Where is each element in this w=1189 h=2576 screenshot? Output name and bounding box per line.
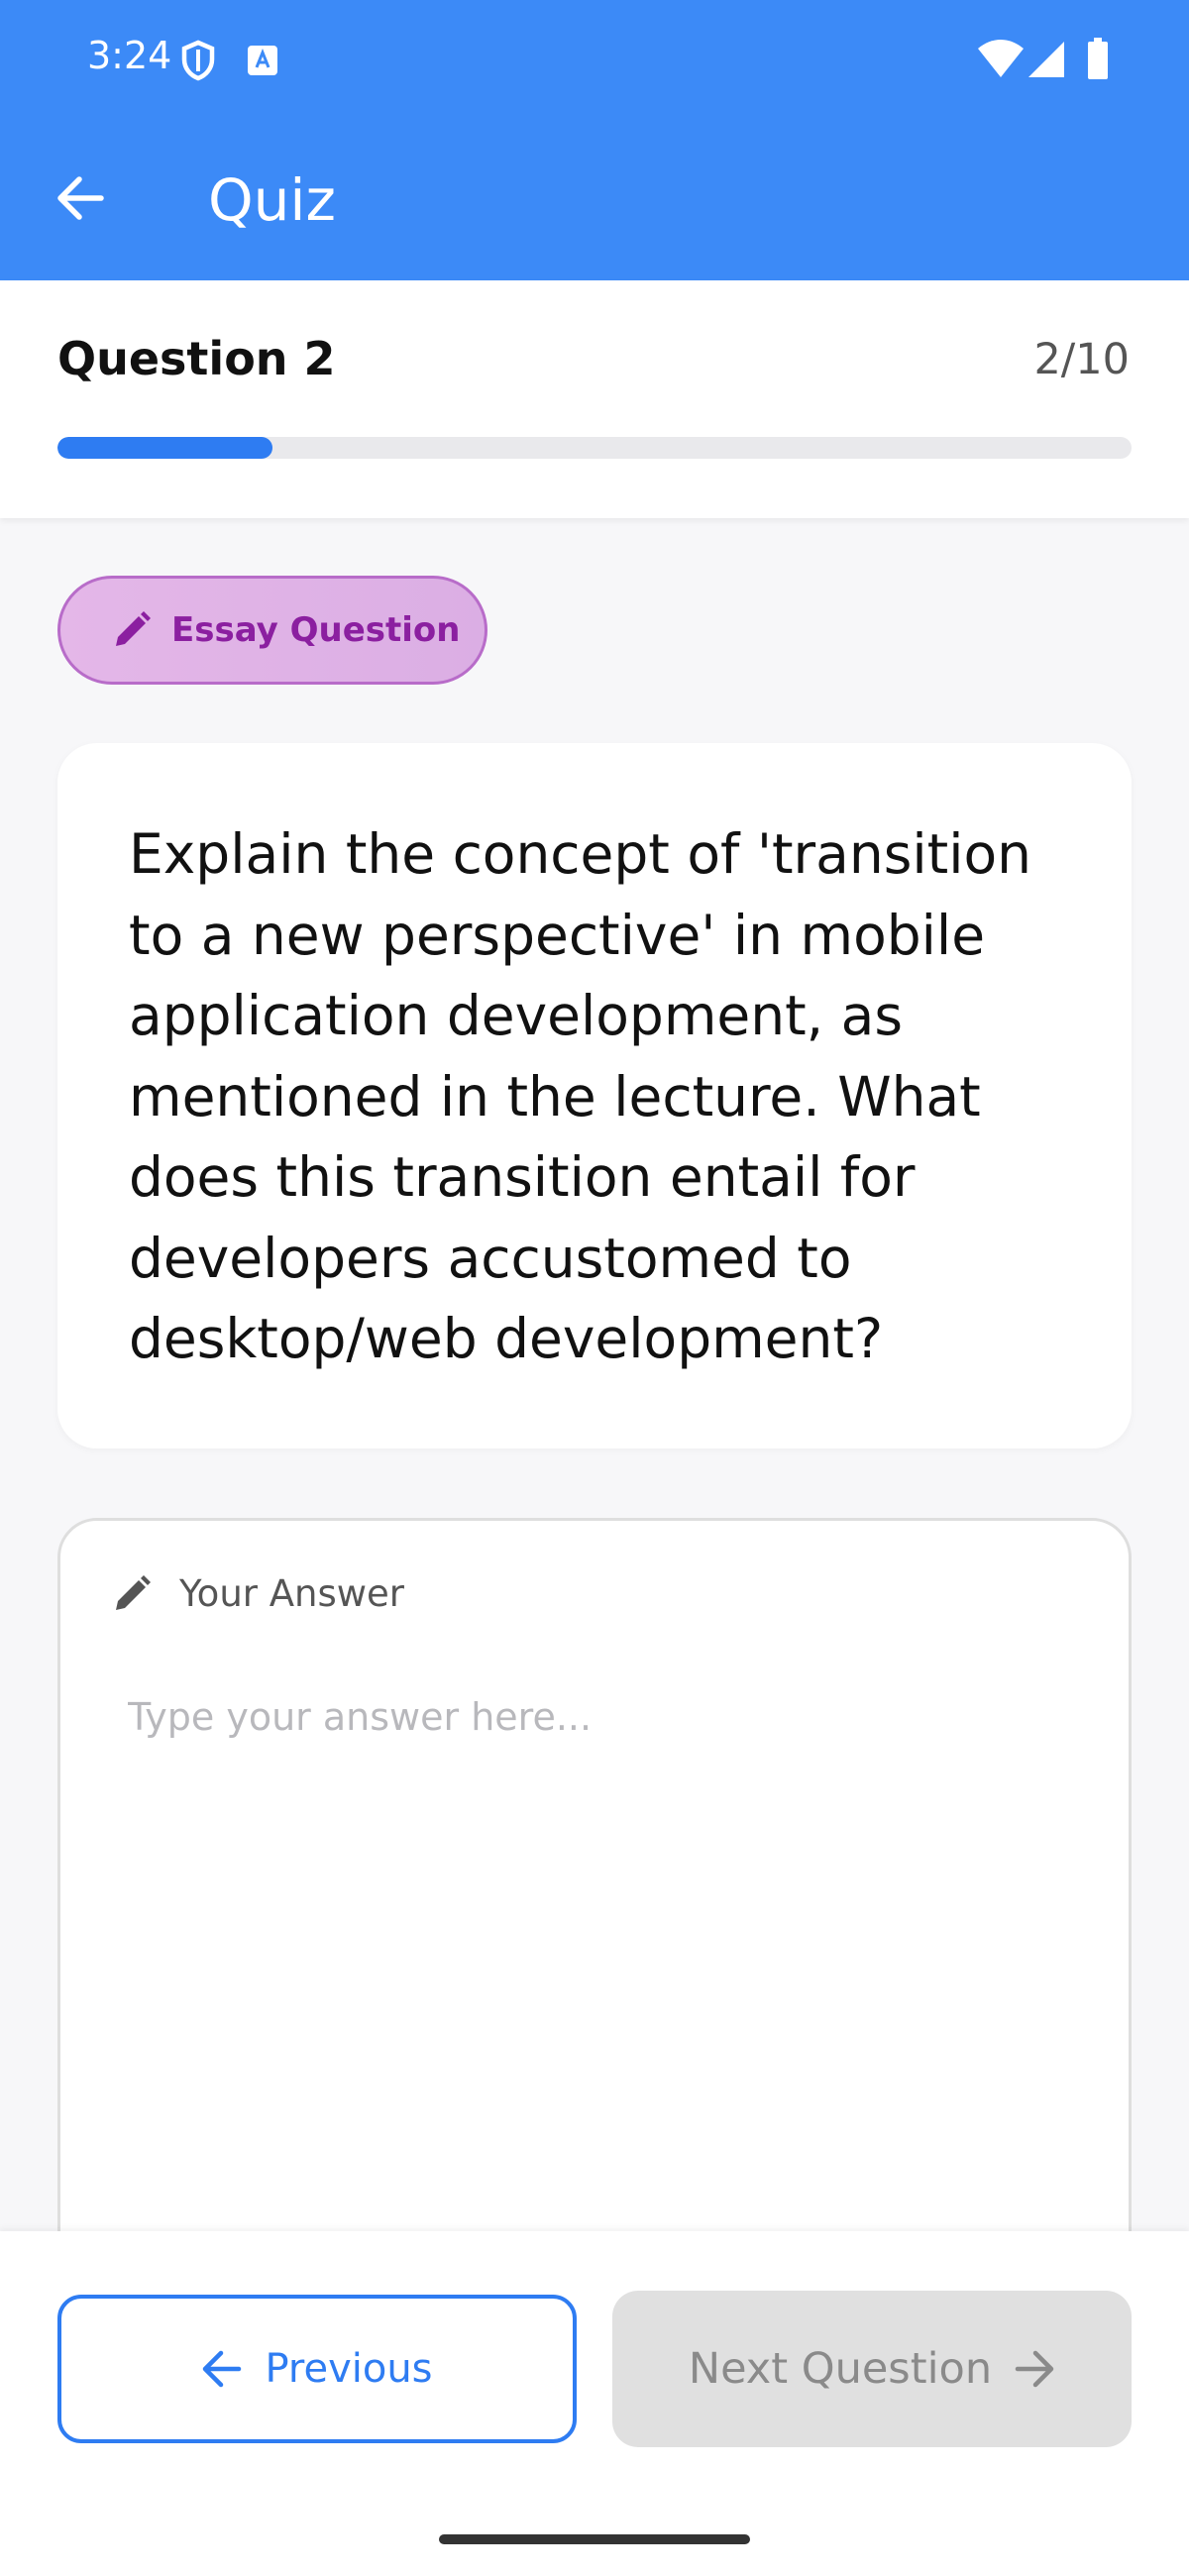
status-bar: 3:24 <box>0 0 1189 119</box>
keyboard-a-icon <box>248 46 277 75</box>
bottom-navigation: Previous Next Question <box>0 2231 1189 2576</box>
question-card: Explain the concept of 'transition to a … <box>57 743 1132 1449</box>
home-indicator[interactable] <box>439 2534 750 2544</box>
progress-bar <box>57 437 1132 459</box>
app-bar: Quiz <box>0 119 1189 280</box>
page-title: Quiz <box>208 166 336 234</box>
answer-header: Your Answer <box>112 1572 404 1615</box>
back-button[interactable] <box>46 159 115 238</box>
pencil-icon <box>116 1574 151 1610</box>
status-time: 3:24 <box>87 34 172 77</box>
question-number: Question 2 <box>57 332 336 385</box>
question-type-badge: Essay Question <box>57 576 487 685</box>
question-progress: Question 2 2/10 <box>0 280 1189 518</box>
shield-icon <box>181 40 215 81</box>
arrow-back-icon <box>57 176 104 220</box>
question-text: Explain the concept of 'transition to a … <box>129 822 1031 1370</box>
progress-bar-fill <box>57 437 272 459</box>
battery-icon <box>1088 38 1108 79</box>
answer-label: Your Answer <box>179 1572 405 1615</box>
previous-button[interactable]: Previous <box>57 2295 577 2443</box>
next-question-button[interactable]: Next Question <box>612 2291 1132 2447</box>
arrow-right-icon <box>1015 2350 1054 2388</box>
cell-signal-icon <box>1028 42 1064 77</box>
wifi-icon <box>978 40 1024 77</box>
arrow-left-icon <box>203 2350 242 2388</box>
badge-label: Essay Question <box>171 610 461 650</box>
pencil-icon <box>116 611 151 646</box>
previous-button-label: Previous <box>265 2346 433 2392</box>
answer-input[interactable] <box>128 1695 1069 2151</box>
question-counter: 2/10 <box>1033 335 1130 384</box>
next-button-label: Next Question <box>688 2344 993 2394</box>
